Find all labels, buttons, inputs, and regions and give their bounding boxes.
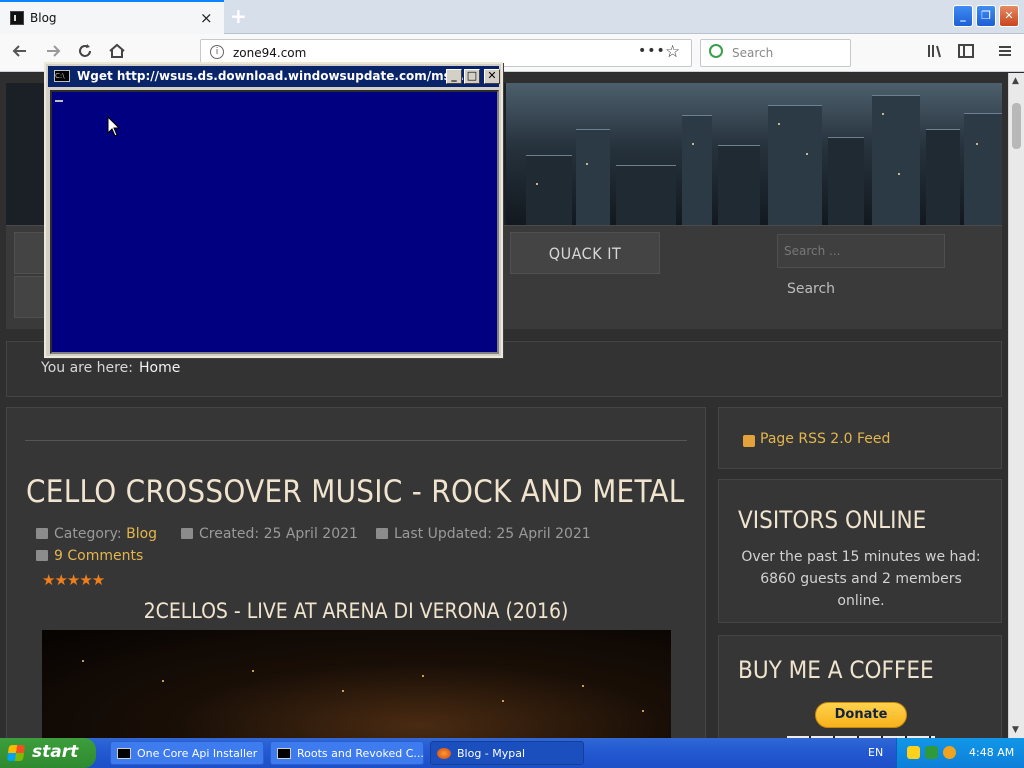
page-actions-icon[interactable]: ••• [638, 43, 666, 59]
visitors-text: Over the past 15 minutes we had: 6860 gu… [741, 549, 981, 609]
site-favicon-icon [10, 11, 24, 25]
search-tray-icon[interactable] [943, 746, 956, 759]
category-link[interactable]: Blog [126, 526, 157, 542]
library-icon[interactable] [924, 42, 946, 64]
mouse-pointer-icon [107, 116, 121, 137]
console-titlebar[interactable]: C:\ Wget http://wsus.ds.download.windows… [48, 66, 500, 87]
window-minimize-button[interactable]: _ [953, 5, 973, 27]
language-indicator[interactable]: EN [868, 746, 883, 759]
console-minimize-button[interactable]: _ [446, 69, 462, 84]
search-placeholder: Search [732, 46, 774, 60]
breadcrumb-home-link[interactable]: Home [139, 360, 180, 376]
taskbar-item-label: Roots and Revoked C... [297, 747, 424, 760]
console-maximize-button[interactable]: □ [464, 69, 480, 84]
windows-logo-icon [6, 745, 26, 761]
url-text[interactable]: zone94.com [233, 46, 306, 60]
comments-link[interactable]: 9 Comments [54, 548, 143, 564]
console-close-button[interactable]: ✕ [484, 69, 500, 84]
tab-blog[interactable]: Blog × [0, 0, 224, 34]
folder-icon [36, 528, 48, 539]
divider [25, 440, 687, 441]
system-tray: 4:48 AM [896, 738, 1024, 768]
browser-icon [437, 748, 451, 759]
donate-button[interactable]: Donate [815, 702, 907, 728]
menu-icon[interactable] [994, 42, 1016, 64]
coffee-panel: BUY ME A COFFEE Donate [718, 635, 1002, 738]
article-category: Category: Blog [36, 526, 157, 542]
category-label: Category: [54, 526, 122, 542]
site-search-input[interactable]: Search ... [777, 234, 945, 268]
tab-bar: Blog × + _ ❐ ✕ [0, 0, 1024, 34]
rating-stars[interactable]: ★★★★★ [42, 571, 105, 589]
calendar-icon [181, 528, 193, 539]
taskbar-item-label: One Core Api Installer [137, 747, 258, 760]
site-info-icon[interactable]: i [210, 45, 224, 59]
visitors-panel: VISITORS ONLINE Over the past 15 minutes… [718, 479, 1002, 623]
article-panel: CELLO CROSSOVER MUSIC - ROCK AND METAL C… [6, 407, 706, 738]
rss-icon [743, 435, 755, 447]
calendar-icon [376, 528, 388, 539]
page-scrollbar[interactable]: ▲ ▼ [1008, 73, 1024, 738]
reload-icon[interactable] [74, 42, 96, 64]
tab-title: Blog [30, 11, 57, 25]
taskbar-item-active[interactable]: Blog - Mypal [430, 741, 584, 765]
rss-link[interactable]: Page RSS 2.0 Feed [760, 431, 890, 447]
sidebar-icon[interactable] [955, 42, 977, 64]
article-subtitle: 2CELLOS - LIVE AT ARENA DI VERONA (2016) [143, 599, 569, 623]
wget-console-window[interactable]: C:\ Wget http://wsus.ds.download.windows… [44, 62, 503, 358]
browser-search-input[interactable]: Search [700, 39, 851, 67]
console-icon[interactable]: C:\ [54, 70, 70, 82]
city-skyline-image [506, 83, 1002, 225]
text-cursor [55, 100, 63, 102]
start-button[interactable]: start [0, 738, 96, 768]
scroll-down-icon[interactable]: ▼ [1012, 725, 1019, 735]
security-shield-icon[interactable] [907, 746, 920, 759]
taskbar-item[interactable]: Roots and Revoked C... [270, 741, 424, 765]
clock: 4:48 AM [969, 746, 1015, 759]
comment-icon [36, 550, 48, 561]
forward-icon[interactable] [42, 42, 64, 64]
breadcrumb-label: You are here: [41, 360, 133, 376]
taskbar-item-label: Blog - Mypal [457, 747, 526, 760]
taskbar-item[interactable]: One Core Api Installer [110, 741, 264, 765]
start-label: start [32, 742, 79, 762]
scroll-thumb[interactable] [1012, 103, 1021, 149]
home-icon[interactable] [106, 42, 128, 64]
network-icon[interactable] [925, 746, 938, 759]
article-comments: 9 Comments [36, 548, 143, 564]
article-created: Created: 25 April 2021 [181, 526, 358, 542]
new-tab-button[interactable]: + [230, 4, 247, 28]
visitors-title: VISITORS ONLINE [738, 506, 927, 534]
console-icon [277, 748, 291, 759]
window-close-button[interactable]: ✕ [999, 5, 1019, 27]
console-title: Wget http://wsus.ds.download.windowsupda… [77, 69, 474, 83]
search-icon [709, 44, 723, 58]
bookmark-star-icon[interactable]: ☆ [665, 42, 680, 62]
menu-item-quack-it[interactable]: QUACK IT [510, 232, 660, 274]
rss-panel: Page RSS 2.0 Feed [718, 407, 1002, 469]
updated-date: Last Updated: 25 April 2021 [394, 526, 591, 542]
article-title[interactable]: CELLO CROSSOVER MUSIC - ROCK AND METAL [26, 474, 685, 510]
site-search-button[interactable]: Search [777, 272, 845, 306]
scroll-up-icon[interactable]: ▲ [1012, 76, 1019, 86]
console-icon [117, 748, 131, 759]
back-icon[interactable] [9, 42, 31, 64]
taskbar: start One Core Api Installer Roots and R… [0, 738, 1024, 768]
concert-video-thumbnail[interactable] [42, 630, 671, 738]
coffee-title: BUY ME A COFFEE [738, 656, 934, 684]
tab-close-icon[interactable]: × [200, 9, 213, 27]
article-updated: Last Updated: 25 April 2021 [376, 526, 591, 542]
created-date: Created: 25 April 2021 [199, 526, 358, 542]
window-maximize-button[interactable]: ❐ [976, 5, 996, 27]
